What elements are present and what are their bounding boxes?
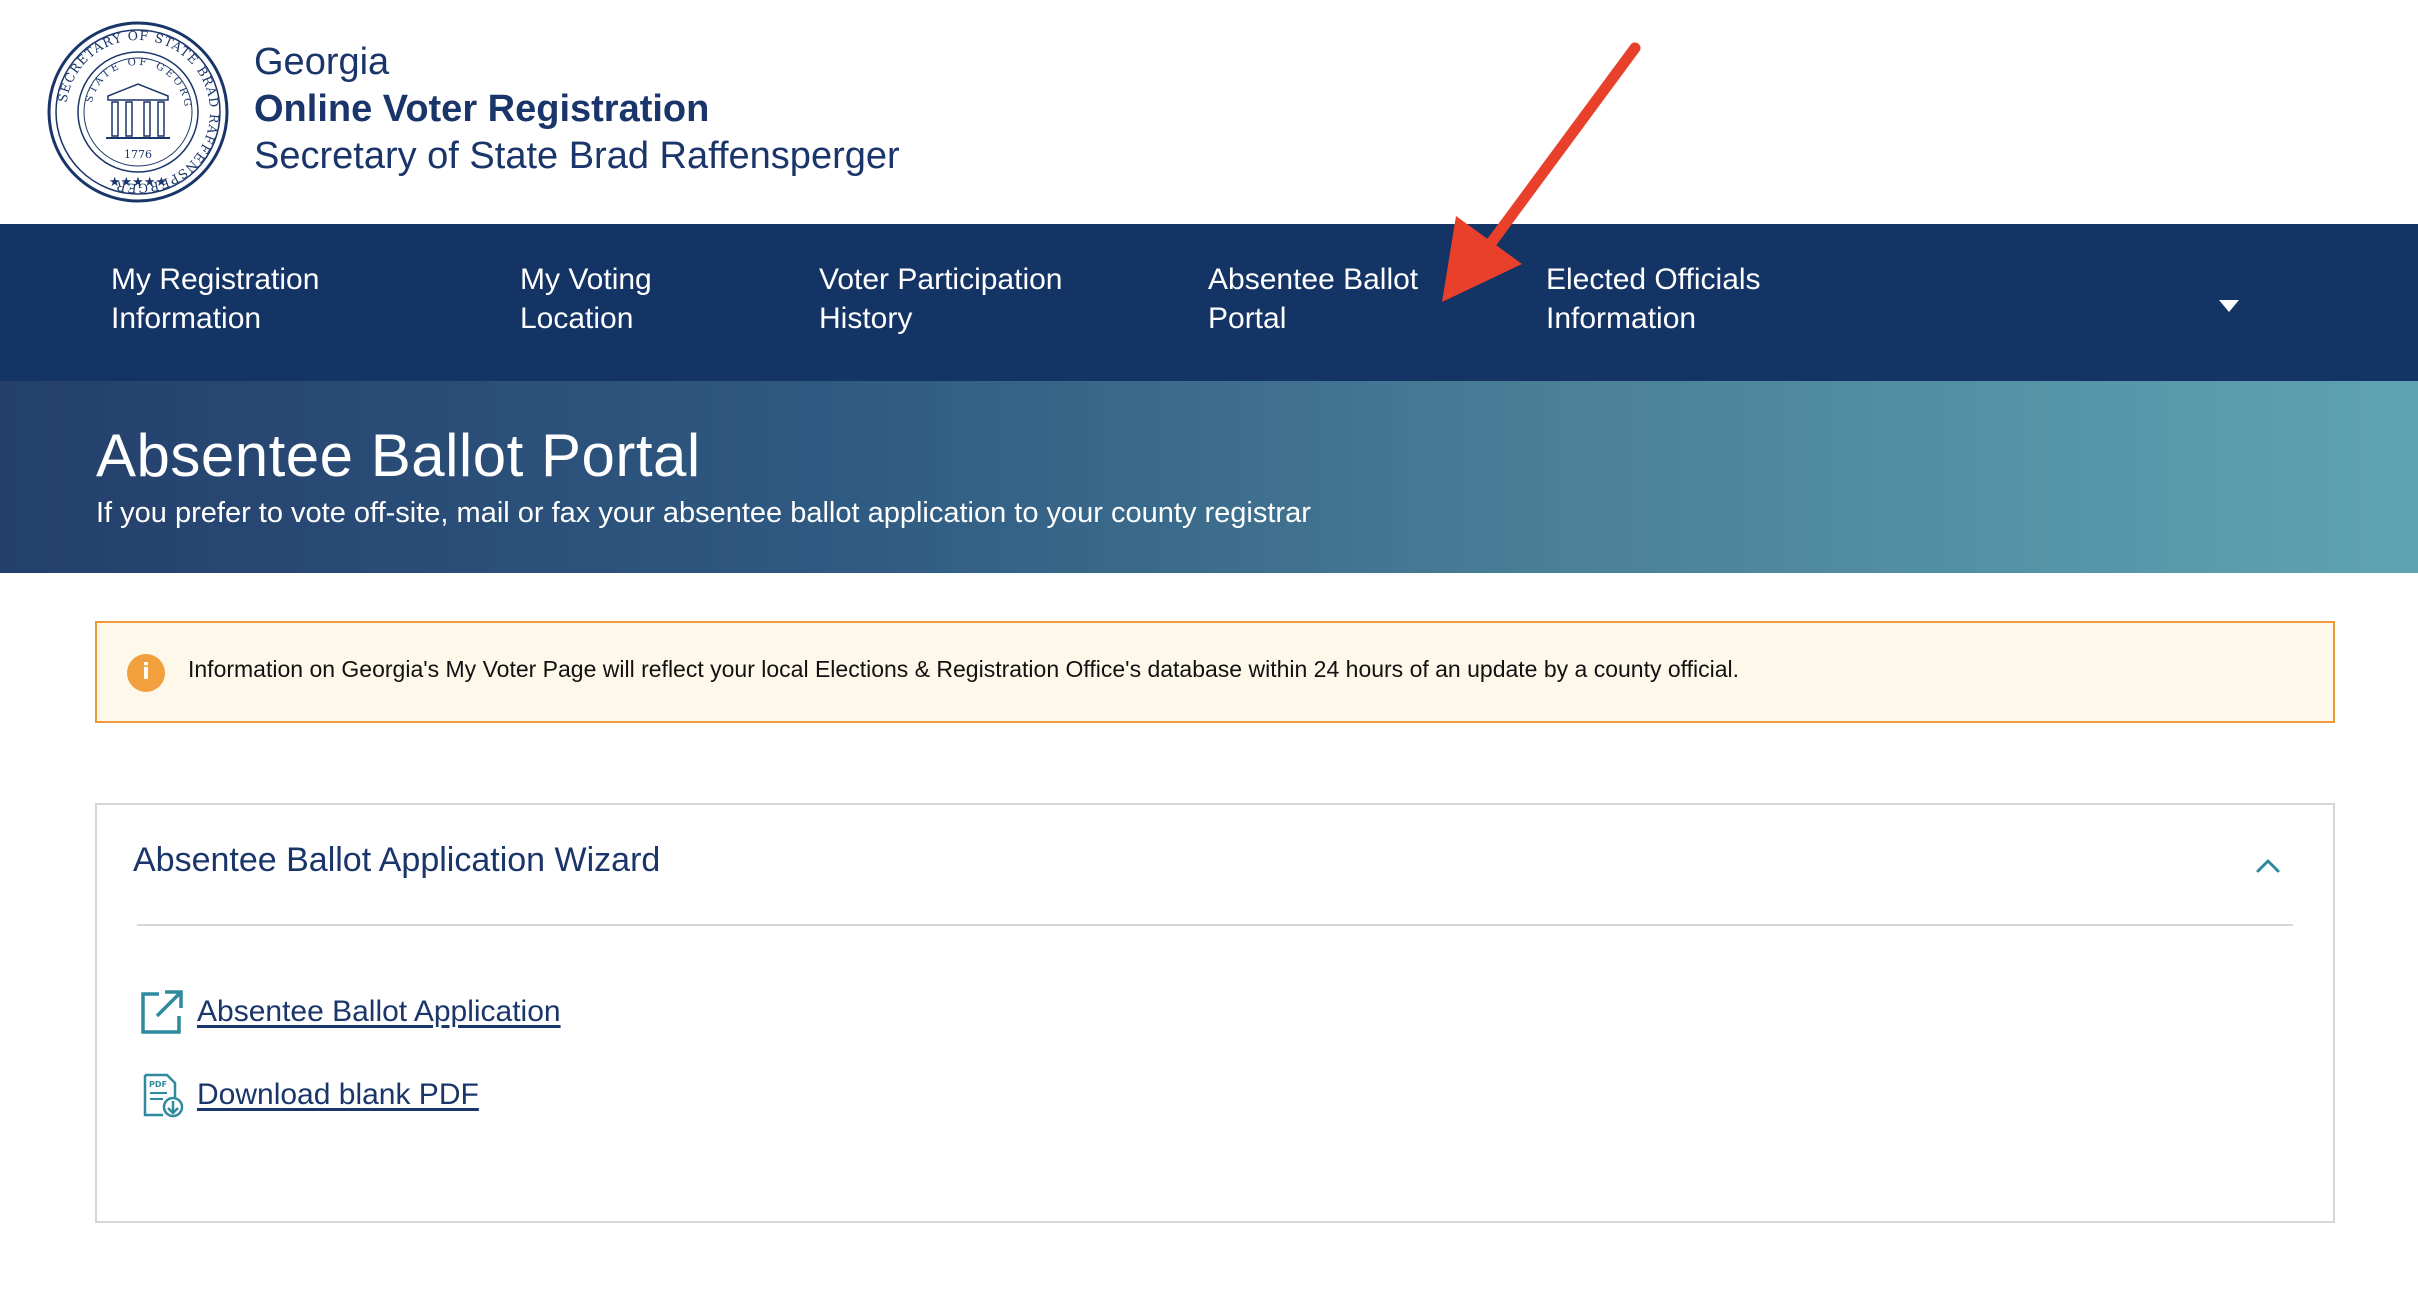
info-icon: i (127, 654, 165, 692)
brand-state: Georgia (254, 41, 390, 83)
download-blank-pdf-link[interactable]: Download blank PDF (197, 1078, 479, 1112)
nav-item-my-registration[interactable]: My Registration Information (111, 260, 319, 338)
nav-item-label-line2: Information (1546, 302, 1697, 335)
nav-item-label-line1: Elected Officials (1546, 263, 1761, 296)
nav-item-absentee-ballot-portal[interactable]: Absentee Ballot Portal (1192, 260, 1488, 401)
nav-item-label-line1: Absentee Ballot (1208, 263, 1419, 296)
svg-text:★★★★★: ★★★★★ (109, 175, 167, 190)
nav-item-voter-participation[interactable]: Voter Participation History (819, 260, 1062, 338)
info-banner-text: Information on Georgia's My Voter Page w… (188, 656, 1740, 682)
info-banner: i Information on Georgia's My Voter Page… (95, 621, 2335, 723)
brand-program: Online Voter Registration (254, 87, 710, 130)
nav-item-label-line1: My Voting (520, 263, 652, 296)
caret-down-icon[interactable] (2212, 288, 2246, 322)
absentee-application-link-row[interactable]: Absentee Ballot Application (137, 988, 561, 1036)
page-title: Absentee Ballot Portal (96, 422, 701, 489)
page-hero: Absentee Ballot Portal If you prefer to … (0, 381, 2418, 573)
svg-text:1776: 1776 (124, 148, 152, 161)
nav-item-my-voting-location[interactable]: My Voting Location (520, 260, 652, 338)
brand-block[interactable]: Georgia Online Voter Registration Secret… (254, 40, 900, 178)
pdf-download-icon: PDF (143, 1073, 184, 1118)
wizard-title[interactable]: Absentee Ballot Application Wizard (133, 841, 660, 880)
nav-item-label-line1: My Registration (111, 263, 320, 296)
main-nav: My Registration Information My Voting Lo… (0, 224, 2418, 401)
brand-official: Secretary of State Brad Raffensperger (254, 134, 900, 177)
absentee-wizard-panel: Absentee Ballot Application Wizard Absen… (95, 803, 2335, 1223)
absentee-application-link[interactable]: Absentee Ballot Application (197, 995, 561, 1029)
nav-item-label-line2: Location (520, 302, 634, 335)
external-link-icon (141, 990, 183, 1034)
georgia-seal-logo[interactable]: SECRETARY OF STATE BRAD RAFFENSPERGER ST… (46, 20, 230, 204)
nav-item-label-line2: Portal (1208, 302, 1287, 335)
nav-item-label-line2: History (819, 302, 913, 335)
page-subtitle: If you prefer to vote off-site, mail or … (96, 497, 1311, 529)
wizard-divider (137, 924, 2293, 926)
svg-text:PDF: PDF (149, 1080, 167, 1089)
nav-item-label-line2: Information (111, 302, 262, 335)
nav-item-label-line1: Voter Participation (819, 263, 1063, 296)
nav-item-elected-officials[interactable]: Elected Officials Information (1546, 260, 1761, 338)
download-pdf-link-row[interactable]: PDF Download blank PDF (137, 1071, 479, 1119)
site-header: SECRETARY OF STATE BRAD RAFFENSPERGER ST… (0, 0, 2418, 224)
chevron-up-icon[interactable] (2253, 851, 2283, 881)
